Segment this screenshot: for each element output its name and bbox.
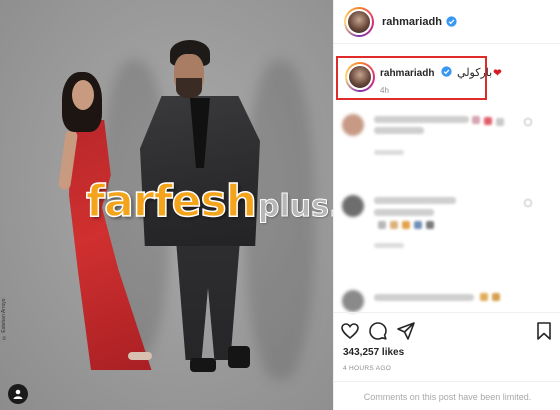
photo-figure-shoe (128, 352, 152, 360)
blurred-text (374, 116, 469, 123)
list-item (342, 195, 532, 255)
blurred-text (374, 294, 474, 301)
blurred-text (374, 197, 456, 204)
site-watermark: farfeshplus.com (85, 175, 333, 228)
verified-icon (446, 16, 457, 27)
blurred-emoji (492, 293, 500, 301)
heart-icon (524, 199, 532, 207)
blurred-emoji (480, 293, 488, 301)
photo-figure-trousers (176, 240, 240, 360)
blurred-text (374, 127, 424, 134)
caption-time: 4h (380, 86, 389, 95)
heart-icon (524, 118, 532, 126)
user-tag-icon[interactable] (8, 384, 28, 404)
avatar (342, 195, 364, 217)
blurred-text (374, 209, 434, 216)
blurred-emoji (472, 116, 480, 124)
blurred-emoji (496, 118, 504, 126)
post-timestamp: 4 HOURS AGO (343, 365, 392, 372)
blurred-emoji (484, 117, 492, 125)
comment-icon[interactable] (368, 321, 388, 341)
photo-figure-shoe (190, 358, 216, 372)
blurred-emoji (426, 221, 434, 229)
post-actions: 343,257 likes 4 HOURS AGO Comments on th… (334, 312, 560, 410)
heart-emoji: ❤ (493, 68, 502, 79)
photo-figure-face (72, 80, 94, 110)
photo-figure-shoe (228, 346, 250, 368)
blurred-meta (374, 150, 404, 155)
list-item (342, 290, 532, 312)
list-item (342, 114, 532, 164)
avatar (342, 290, 364, 312)
share-icon[interactable] (396, 321, 416, 341)
photo-figure-beard (176, 78, 202, 98)
blurred-emoji (390, 221, 398, 229)
avatar[interactable] (345, 62, 375, 92)
blurred-emoji (414, 221, 422, 229)
caption-line: rahmariadh باركولي❤ (380, 66, 502, 79)
watermark-main: farfesh (85, 175, 258, 228)
photo-credit: © Esteban Arroyo (1, 298, 7, 340)
avatar (342, 114, 364, 136)
post-side-panel: rahmariadh rahmariadh باركولي❤ 4h 343,25… (333, 0, 560, 410)
caption-highlight: rahmariadh باركولي❤ 4h (336, 56, 502, 100)
comments-limited-notice: Comments on this post have been limited. (334, 381, 560, 410)
post-header: rahmariadh (334, 0, 560, 44)
bookmark-icon[interactable] (534, 321, 554, 341)
verified-icon (441, 66, 452, 77)
likes-count[interactable]: 343,257 likes (343, 347, 404, 358)
caption-text: باركولي (457, 67, 493, 79)
post-photo[interactable]: farfeshplus.com © Esteban Arroyo (0, 0, 333, 410)
blurred-meta (374, 243, 404, 248)
avatar[interactable] (344, 6, 374, 37)
blurred-emoji (402, 221, 410, 229)
blurred-emoji (378, 221, 386, 229)
header-username[interactable]: rahmariadh (382, 16, 442, 28)
watermark-sub: plus.com (258, 189, 333, 225)
heart-icon[interactable] (340, 321, 360, 341)
caption-username[interactable]: rahmariadh (380, 68, 434, 79)
